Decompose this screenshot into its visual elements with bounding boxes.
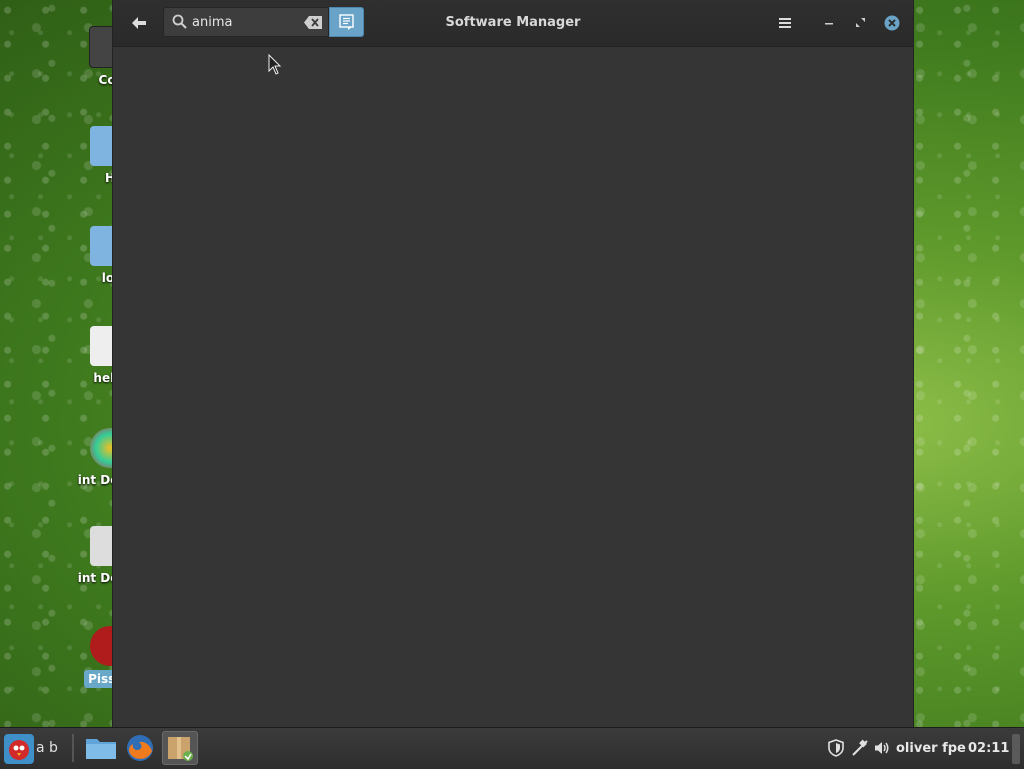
search-input[interactable] [192,12,302,32]
menu-label[interactable]: a b [36,728,58,769]
angry-bird-menu-icon [4,734,34,764]
menu-icon [779,18,791,28]
show-desktop-button[interactable] [1012,734,1020,764]
search-in-descriptions-button[interactable] [329,7,364,37]
search-icon [172,14,187,29]
taskbar: a b oliver fpe 02:11 [0,727,1024,769]
arrow-left-icon [132,17,146,29]
maximize-button[interactable] [850,13,870,33]
task-files[interactable] [83,731,119,765]
task-firefox[interactable] [122,731,158,765]
mouse-cursor-icon [268,54,282,75]
start-menu-button[interactable] [4,732,34,764]
minimize-button[interactable] [819,13,839,33]
taskbar-separator [72,734,74,762]
back-button[interactable] [127,11,151,35]
folder-icon [86,739,116,759]
firefox-icon [127,735,153,761]
results-area [113,47,913,727]
minimize-icon [825,23,833,25]
search-box[interactable] [163,7,329,37]
window-title: Software Manager [445,15,581,30]
clear-search-icon[interactable] [304,16,322,29]
document-search-icon [339,14,354,30]
close-button[interactable] [882,13,902,33]
network-disconnected-icon[interactable] [851,739,869,757]
titlebar: Software Manager [113,0,913,47]
package-icon [168,737,193,761]
maximize-icon [855,18,865,27]
clock[interactable]: 02:11 [968,728,1009,769]
task-software-manager[interactable] [162,731,198,765]
volume-icon[interactable] [873,739,891,757]
software-manager-window: Software Manager [112,0,914,727]
user-label[interactable]: oliver fpe [896,728,966,769]
shield-icon[interactable] [827,739,845,757]
close-icon [884,15,900,31]
menu-button[interactable] [775,13,795,33]
